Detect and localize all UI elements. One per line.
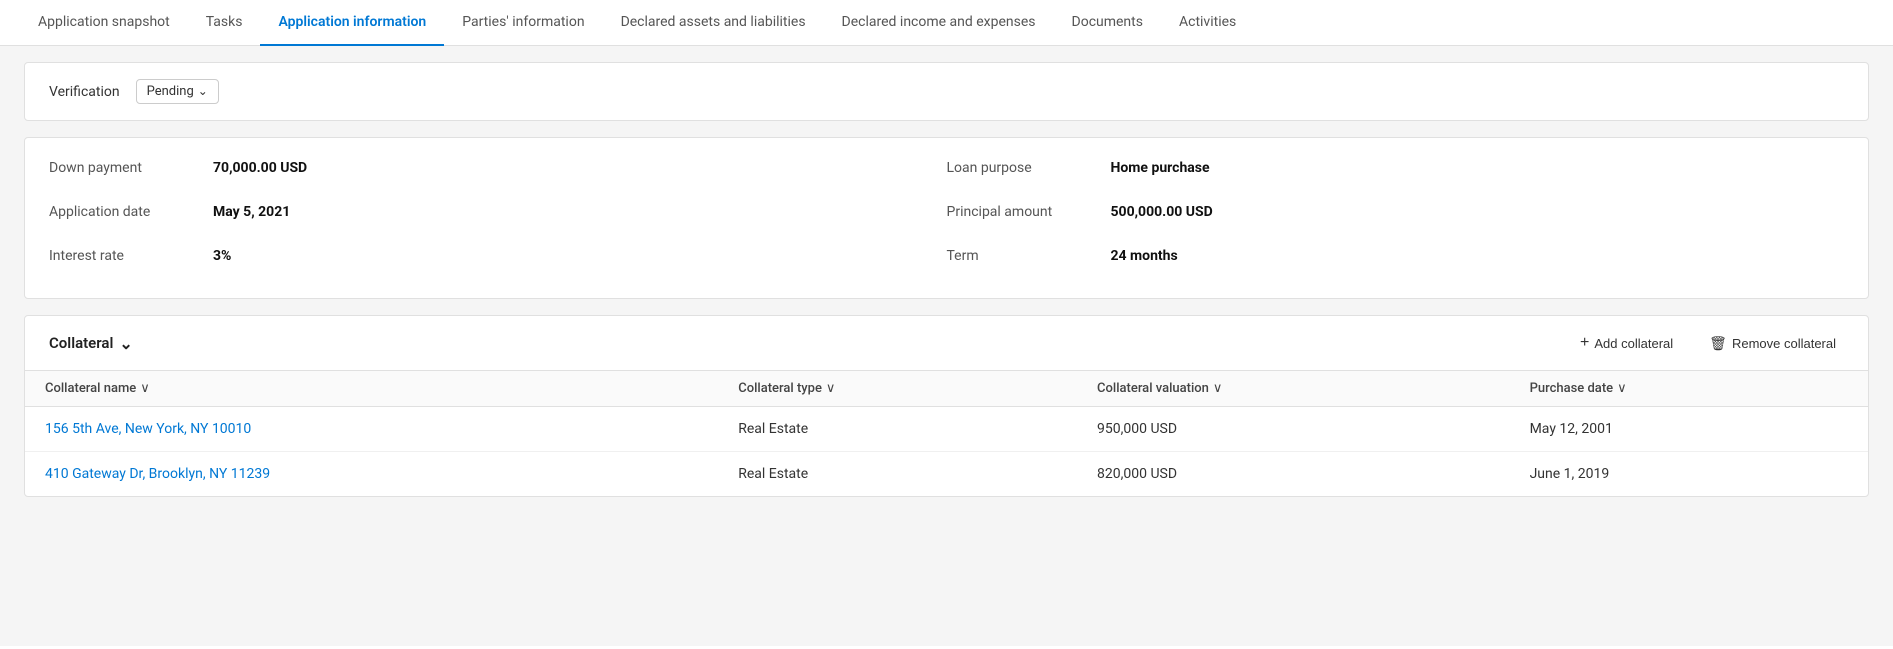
application-info-card: Down payment 70,000.00 USD Loan purpose …	[24, 137, 1869, 299]
application-date-value: May 5, 2021	[213, 204, 290, 220]
remove-collateral-label: Remove collateral	[1732, 336, 1836, 351]
collateral-name-link[interactable]: 410 Gateway Dr, Brooklyn, NY 11239	[45, 466, 270, 482]
add-collateral-button[interactable]: + Add collateral	[1572, 330, 1681, 356]
purchase-date-cell: June 1, 2019	[1510, 452, 1868, 497]
collateral-name-sort[interactable]: Collateral name ∨	[45, 381, 150, 396]
tab-tasks[interactable]: Tasks	[188, 0, 261, 46]
content-area: Verification Pending Down payment 70,000…	[0, 46, 1893, 646]
col-purchase-date[interactable]: Purchase date ∨	[1510, 371, 1868, 407]
collateral-chevron-icon[interactable]: ⌄	[119, 334, 132, 353]
col-collateral-name[interactable]: Collateral name ∨	[25, 371, 718, 407]
interest-rate-item: Interest rate 3%	[49, 234, 947, 278]
plus-icon: +	[1580, 334, 1589, 352]
collateral-title-group: Collateral ⌄	[49, 334, 133, 353]
sort-icon: ∨	[826, 381, 836, 396]
principal-amount-value: 500,000.00 USD	[1111, 204, 1213, 220]
application-date-label: Application date	[49, 204, 189, 220]
principal-amount-item: Principal amount 500,000.00 USD	[947, 190, 1845, 234]
purchase-date-sort[interactable]: Purchase date ∨	[1530, 381, 1627, 396]
col-collateral-type[interactable]: Collateral type ∨	[718, 371, 1077, 407]
sort-icon: ∨	[1213, 381, 1223, 396]
sort-icon: ∨	[140, 381, 150, 396]
term-item: Term 24 months	[947, 234, 1845, 278]
application-date-item: Application date May 5, 2021	[49, 190, 947, 234]
verification-status-dropdown[interactable]: Pending	[136, 79, 219, 104]
collateral-valuation-cell: 820,000 USD	[1077, 452, 1510, 497]
collateral-type-cell: Real Estate	[718, 452, 1077, 497]
tab-application-information[interactable]: Application information	[260, 0, 444, 46]
loan-purpose-value: Home purchase	[1111, 160, 1210, 176]
loan-purpose-item: Loan purpose Home purchase	[947, 146, 1845, 190]
collateral-type-sort[interactable]: Collateral type ∨	[738, 381, 835, 396]
loan-purpose-label: Loan purpose	[947, 160, 1087, 176]
tab-documents[interactable]: Documents	[1054, 0, 1161, 46]
tab-parties-information[interactable]: Parties' information	[444, 0, 602, 46]
tab-declared-assets[interactable]: Declared assets and liabilities	[603, 0, 824, 46]
down-payment-label: Down payment	[49, 160, 189, 176]
down-payment-item: Down payment 70,000.00 USD	[49, 146, 947, 190]
collateral-name-cell: 410 Gateway Dr, Brooklyn, NY 11239	[25, 452, 718, 497]
trash-icon: 🗑	[1709, 335, 1727, 352]
remove-collateral-button[interactable]: 🗑 Remove collateral	[1701, 331, 1844, 356]
collateral-name-link[interactable]: 156 5th Ave, New York, NY 10010	[45, 421, 251, 437]
table-row: 410 Gateway Dr, Brooklyn, NY 11239 Real …	[25, 452, 1868, 497]
info-grid: Down payment 70,000.00 USD Loan purpose …	[25, 138, 1868, 298]
verification-status-value: Pending	[147, 84, 194, 99]
collateral-valuation-sort[interactable]: Collateral valuation ∨	[1097, 381, 1222, 396]
term-label: Term	[947, 248, 1087, 264]
collateral-name-cell: 156 5th Ave, New York, NY 10010	[25, 407, 718, 452]
verification-label: Verification	[49, 84, 120, 100]
collateral-actions: + Add collateral 🗑 Remove collateral	[1572, 330, 1844, 356]
verification-row: Verification Pending	[25, 63, 1868, 120]
sort-icon: ∨	[1617, 381, 1627, 396]
collateral-title: Collateral	[49, 334, 113, 352]
collateral-type-cell: Real Estate	[718, 407, 1077, 452]
interest-rate-label: Interest rate	[49, 248, 189, 264]
purchase-date-cell: May 12, 2001	[1510, 407, 1868, 452]
down-payment-value: 70,000.00 USD	[213, 160, 307, 176]
nav-tabs: Application snapshot Tasks Application i…	[0, 0, 1893, 46]
add-collateral-label: Add collateral	[1594, 336, 1673, 351]
tab-declared-income[interactable]: Declared income and expenses	[824, 0, 1054, 46]
table-row: 156 5th Ave, New York, NY 10010 Real Est…	[25, 407, 1868, 452]
term-value: 24 months	[1111, 248, 1178, 264]
tab-activities[interactable]: Activities	[1161, 0, 1254, 46]
chevron-down-icon	[198, 84, 208, 99]
tab-application-snapshot[interactable]: Application snapshot	[20, 0, 188, 46]
collateral-table: Collateral name ∨ Collateral type ∨ Coll…	[25, 371, 1868, 496]
principal-amount-label: Principal amount	[947, 204, 1087, 220]
collateral-table-header-row: Collateral name ∨ Collateral type ∨ Coll…	[25, 371, 1868, 407]
collateral-card: Collateral ⌄ + Add collateral 🗑 Remove c…	[24, 315, 1869, 497]
verification-card: Verification Pending	[24, 62, 1869, 121]
collateral-valuation-cell: 950,000 USD	[1077, 407, 1510, 452]
collateral-header: Collateral ⌄ + Add collateral 🗑 Remove c…	[25, 316, 1868, 371]
interest-rate-value: 3%	[213, 248, 231, 264]
col-collateral-valuation[interactable]: Collateral valuation ∨	[1077, 371, 1510, 407]
